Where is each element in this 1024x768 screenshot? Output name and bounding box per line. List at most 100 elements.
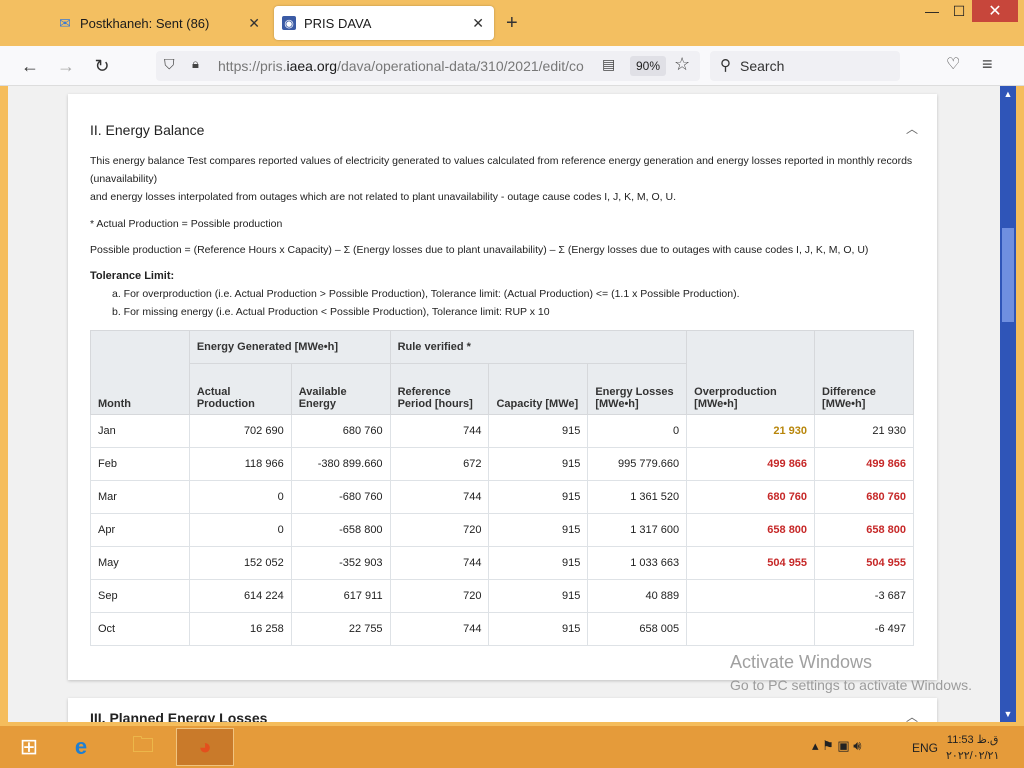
cell-month: Jan [90,414,190,448]
language-indicator[interactable]: ENG [912,741,938,755]
clock-time: 11:53 ق.ظ [946,734,999,746]
cell-available: 22 755 [290,612,391,646]
shield-icon[interactable]: ⛉ [164,56,175,73]
hamburger-menu-icon[interactable]: ≡ [982,54,993,75]
reload-icon[interactable]: ↻ [90,54,114,78]
reader-view-icon[interactable]: ▤ [602,56,615,73]
clock-date: ۲۰۲۲/۰۲/۲۱ [946,750,1000,762]
table-row: Apr 0 -658 800 720 915 1 317 600 658 800… [90,513,914,547]
cell-capacity: 915 [488,414,589,448]
col-header-available: Available Energy [290,363,391,415]
cell-losses: 40 889 [587,579,688,613]
search-placeholder: Search [740,58,785,74]
zoom-level[interactable]: 90% [630,56,667,76]
pocket-icon[interactable]: ♡ [946,54,960,74]
url-domain: iaea.org [286,58,338,74]
cell-difference: 499 866 [814,447,914,481]
cell-month: Oct [90,612,190,646]
energy-balance-card: II. Energy Balance ︿ This energy balance… [68,94,937,680]
cell-overproduction: 499 866 [686,447,816,481]
col-header-losses: Energy Losses [MWe•h] [587,363,688,415]
cell-overproduction [686,579,816,613]
cell-capacity: 915 [488,546,589,580]
mail-icon: ✉ [59,14,71,31]
cell-difference: 658 800 [814,513,914,547]
formula-paragraph: Possible production = (Reference Hours x… [90,244,869,256]
cell-losses: 1 361 520 [587,480,688,514]
scroll-up-arrow-icon[interactable]: ▲ [1000,86,1016,102]
table-row: Mar 0 -680 760 744 915 1 361 520 680 760… [90,480,914,514]
forward-arrow-icon[interactable]: → [54,54,78,78]
cell-capacity: 915 [488,480,589,514]
chevron-up-icon[interactable]: ︿ [906,120,918,137]
firefox-icon[interactable]: ◕ [176,728,234,766]
cell-actual: 152 052 [188,546,292,580]
close-tab-icon[interactable]: ✕ [248,15,260,32]
section-title[interactable]: II. Energy Balance [90,122,204,138]
cell-difference: 504 955 [814,546,914,580]
cell-difference: -6 497 [814,612,914,646]
cell-reference: 720 [389,579,490,613]
lock-icon[interactable]: 🔒︎ [192,56,199,72]
file-explorer-icon[interactable]: 🗀 [114,728,172,766]
search-icon: ⚲ [720,57,731,74]
tab-postkhaneh[interactable]: ✉ Postkhaneh: Sent (86) ✕ [48,6,270,40]
cell-overproduction: 680 760 [686,480,816,514]
cell-difference: -3 687 [814,579,914,613]
search-input[interactable]: ⚲ Search [710,51,900,81]
cell-month: Feb [90,447,190,481]
cell-month: Sep [90,579,190,613]
cell-actual: 702 690 [188,414,292,448]
cell-reference: 744 [389,612,490,646]
cell-available: -680 760 [290,480,391,514]
system-tray-icons[interactable]: ▴ ⚑ ▣ 🔊︎ [812,738,862,754]
cell-available: -380 899.660 [290,447,391,481]
cell-capacity: 915 [488,612,589,646]
close-window-button[interactable]: ✕ [972,0,1018,22]
close-tab-icon[interactable]: ✕ [472,15,484,32]
minimize-button[interactable]: — [918,0,946,22]
table-row: Oct 16 258 22 755 744 915 658 005 -6 497 [90,612,914,646]
tab-pris-dava[interactable]: ◉ PRIS DAVA ✕ [274,6,494,40]
cell-losses: 1 317 600 [587,513,688,547]
navigation-bar: ← → ↻ ⛉ 🔒︎ https://pris.iaea.org/dava/op… [0,46,1024,86]
table-row: Jan 702 690 680 760 744 915 0 21 930 21 … [90,414,914,448]
tolerance-item: a. For overproduction (i.e. Actual Produ… [112,288,740,300]
table-row: Sep 614 224 617 911 720 915 40 889 -3 68… [90,579,914,613]
cell-available: -658 800 [290,513,391,547]
cell-actual: 0 [188,480,292,514]
url-text[interactable]: https://pris.iaea.org/dava/operational-d… [218,58,594,74]
cell-available: 680 760 [290,414,391,448]
pris-icon: ◉ [282,16,296,30]
activation-watermark: Activate Windows Go to PC settings to ac… [730,652,972,693]
chevron-up-icon[interactable]: ︿ [906,708,918,722]
scroll-down-arrow-icon[interactable]: ▼ [1000,706,1016,722]
planned-energy-losses-card[interactable]: III. Planned Energy Losses ︿ [68,698,937,722]
url-path: /dava/operational-data/310/2021/edit/co [337,58,584,74]
description-paragraph: and energy losses interpolated from outa… [90,191,676,203]
description-paragraph: This energy balance Test compares report… [90,155,913,185]
col-header-reference: Reference Period [hours] [389,363,490,415]
url-bar[interactable]: ⛉ 🔒︎ https://pris.iaea.org/dava/operatio… [156,51,700,81]
back-arrow-icon[interactable]: ← [18,54,42,78]
bookmark-star-icon[interactable]: ☆ [674,54,690,75]
url-prefix: https://pris. [218,58,287,74]
scrollbar-thumb[interactable] [1002,228,1014,322]
clock[interactable]: 11:53 ق.ظ ۲۰۲۲/۰۲/۲۱ [946,732,999,764]
maximize-button[interactable]: ☐ [946,0,972,22]
new-tab-button[interactable]: + [506,12,518,35]
cell-reference: 720 [389,513,490,547]
cell-capacity: 915 [488,447,589,481]
section-title[interactable]: III. Planned Energy Losses [90,710,267,722]
cell-overproduction: 658 800 [686,513,816,547]
cell-losses: 1 033 663 [587,546,688,580]
col-header-capacity: Capacity [MWe] [488,363,589,415]
cell-difference: 21 930 [814,414,914,448]
browser-window: ✉ Postkhaneh: Sent (86) ✕ ◉ PRIS DAVA ✕ … [0,0,1024,726]
internet-explorer-icon[interactable]: e [52,728,110,766]
col-header-difference: Difference [MWe•h] [814,330,914,415]
vertical-scrollbar[interactable]: ▲ ▼ [1000,86,1016,722]
watermark-line: Go to PC settings to activate Windows. [730,677,972,693]
windows-start-icon[interactable]: ⊞ [0,728,58,766]
table-row: May 152 052 -352 903 744 915 1 033 663 5… [90,546,914,580]
